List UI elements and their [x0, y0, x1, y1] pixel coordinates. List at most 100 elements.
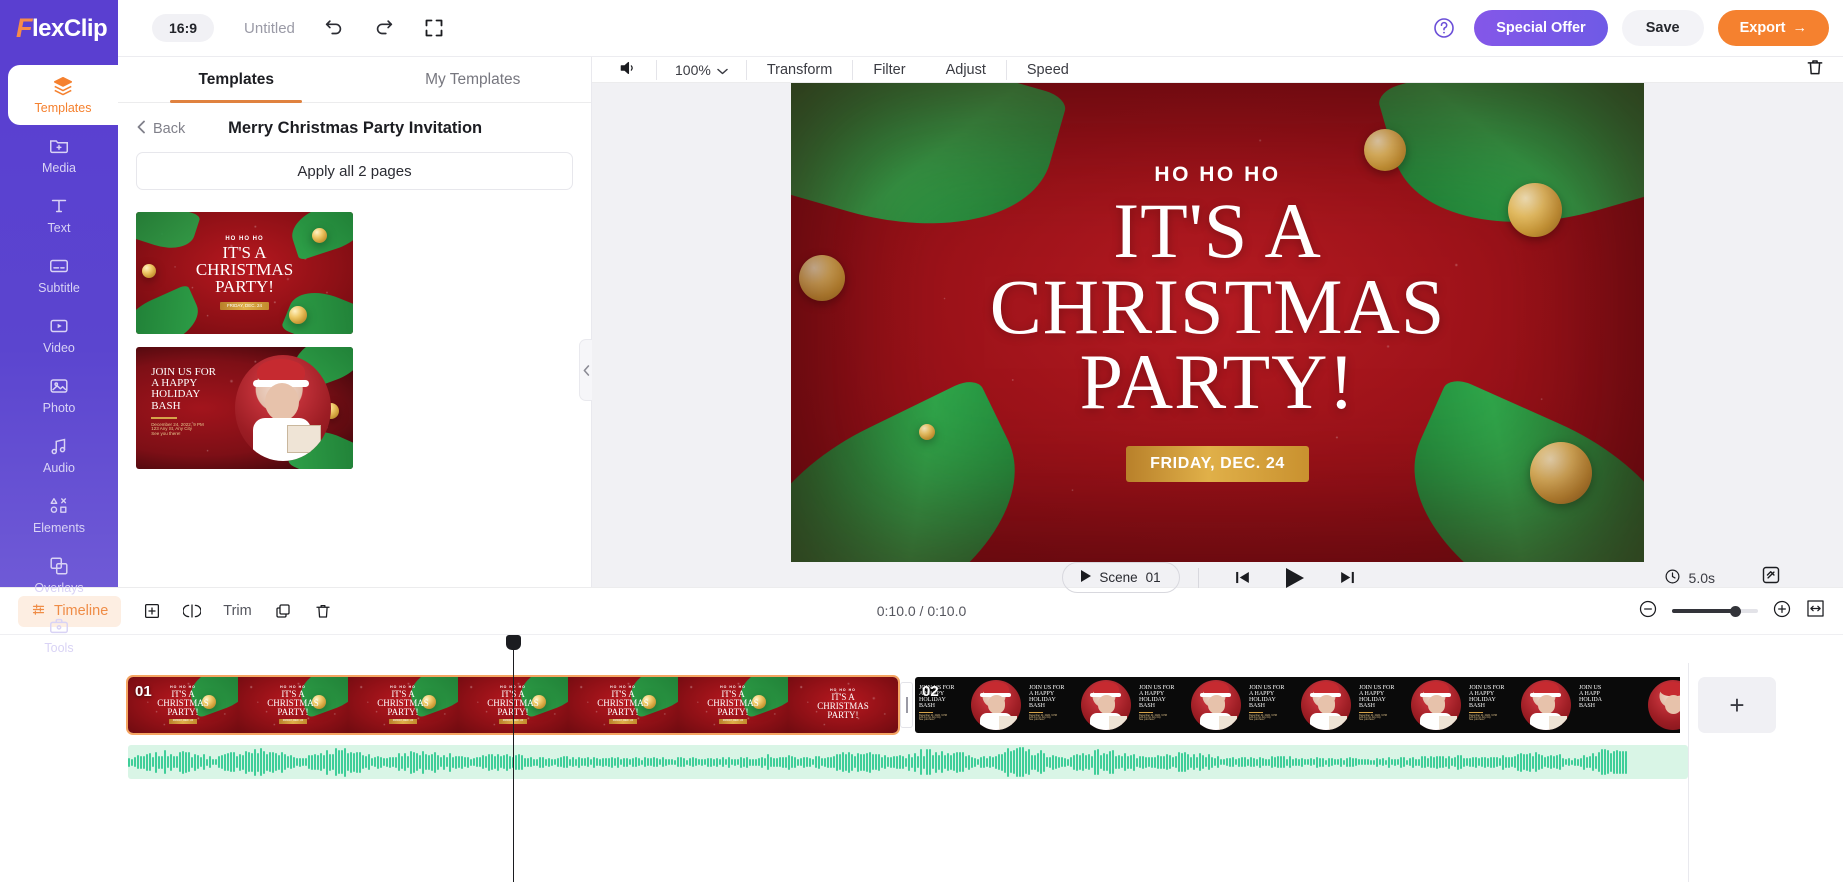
tab-my-templates[interactable]: My Templates	[355, 57, 592, 102]
aspect-ratio-button[interactable]: 16:9	[152, 14, 215, 42]
split-icon[interactable]	[183, 602, 202, 620]
expand-canvas-icon[interactable]	[1761, 565, 1781, 590]
timeline-time-display: 0:10.0 / 0:10.0	[876, 603, 967, 619]
sidebar-item-templates[interactable]: Templates	[8, 65, 118, 125]
chevron-left-icon	[136, 120, 146, 138]
canvas-zoom-select[interactable]: 100%	[657, 62, 746, 78]
canvas-title-text[interactable]: IT'S A CHRISTMAS PARTY!	[990, 192, 1445, 421]
clip-frame: JOIN US FOR A HAPPY HOLIDAY BASH December 24…	[1355, 677, 1465, 733]
thumb-line1: IT'S A	[222, 242, 267, 262]
slider-knob[interactable]	[1730, 605, 1742, 617]
skip-back-icon[interactable]	[1233, 568, 1252, 587]
sidebar-item-photo[interactable]: Photo	[0, 365, 118, 425]
thumb-detail-3: See you there!	[151, 431, 181, 437]
speaker-icon[interactable]	[610, 58, 656, 82]
logo-text: FlexClip	[16, 13, 108, 44]
help-circle-icon[interactable]	[1432, 16, 1456, 40]
canvas-eyebrow-text[interactable]: HO HO HO	[1154, 163, 1280, 187]
tab-templates[interactable]: Templates	[118, 57, 355, 102]
clip-number: 01	[135, 683, 152, 700]
sidebar-label: Overlays	[34, 581, 84, 595]
add-scene-button[interactable]: +	[1698, 677, 1776, 733]
template-thumbnail-page-2[interactable]: JOIN US FOR A HAPPY HOLIDAY BASH Decembe…	[136, 347, 353, 469]
transform-button[interactable]: Transform	[747, 62, 853, 78]
fit-width-icon[interactable]	[1806, 599, 1825, 623]
sidebar-item-media[interactable]: Media	[0, 125, 118, 185]
minus-circle-icon[interactable]	[1638, 599, 1658, 624]
panel-title: Merry Christmas Party Invitation	[228, 119, 483, 137]
back-button[interactable]: Back	[136, 120, 185, 138]
arrow-right-icon: →	[1792, 20, 1808, 36]
subtitle-box-icon	[48, 255, 70, 277]
clip-transition-handle[interactable]	[900, 682, 913, 728]
sidebar-item-subtitle[interactable]: Subtitle	[0, 245, 118, 305]
speed-button[interactable]: Speed	[1007, 62, 1089, 78]
canvas-date-badge[interactable]: FRIDAY, DEC. 24	[1126, 445, 1309, 482]
flexclip-editor: FlexClip 16:9 Untitled Special Offer Sav…	[0, 0, 1843, 882]
toolbox-icon	[48, 615, 70, 637]
timeline-toolbar: Timeline Trim 0:10.0 / 0:10.0	[0, 588, 1843, 635]
play-icon	[1081, 570, 1092, 585]
music-note-icon	[48, 435, 70, 457]
sidebar-item-text[interactable]: Text	[0, 185, 118, 245]
playback-divider	[1197, 567, 1199, 588]
sidebar-label: Audio	[43, 461, 75, 475]
redo-icon[interactable]	[373, 17, 395, 39]
sidebar-item-overlays[interactable]: Overlays	[0, 545, 118, 605]
sidebar-label: Photo	[42, 401, 76, 415]
apply-all-pages-button[interactable]: Apply all 2 pages	[136, 152, 573, 190]
app-logo[interactable]: FlexClip	[0, 0, 118, 57]
timeline-clip-02[interactable]: 02 JOIN US FOR A HAPPY HOLIDAY BASH December…	[915, 677, 1690, 733]
timeline-zoom-slider[interactable]	[1672, 605, 1758, 617]
clip-frame: HO HO HO IT'S A CHRISTMAS PARTY!	[788, 677, 898, 733]
sidebar-item-audio[interactable]: Audio	[0, 425, 118, 485]
logo-rest: lexClip	[32, 14, 108, 42]
thumb-eyebrow: HO HO HO	[225, 235, 264, 242]
clip-frame: HO HO HOIT'S ACHRISTMASPARTY!FRIDAY, DEC…	[238, 677, 348, 733]
trash-icon[interactable]	[1805, 57, 1825, 82]
play-button[interactable]	[1284, 566, 1306, 590]
timeline-playhead[interactable]	[506, 635, 521, 882]
adjust-button[interactable]: Adjust	[926, 62, 1006, 78]
back-label: Back	[153, 120, 186, 137]
thumb-text: HO HO HO IT'S A CHRISTMAS PARTY! FRIDAY,…	[136, 212, 353, 334]
panel-collapse-button[interactable]	[579, 339, 592, 401]
sidebar-item-video[interactable]: Video	[0, 305, 118, 365]
trim-button[interactable]: Trim	[223, 603, 251, 619]
duration-value: 5.0s	[1688, 569, 1715, 586]
project-title-input[interactable]: Untitled	[244, 20, 295, 37]
canvas-wrapper: HO HO HO IT'S A CHRISTMAS PARTY! FRIDAY,…	[592, 83, 1843, 562]
layers-icon	[52, 75, 74, 97]
duration-display: 5.0s	[1664, 568, 1715, 588]
sidebar-item-tools[interactable]: Tools	[0, 605, 118, 665]
video-play-icon	[48, 315, 70, 337]
filter-button[interactable]: Filter	[853, 62, 925, 78]
app-header: FlexClip 16:9 Untitled Special Offer Sav…	[0, 0, 1843, 57]
plus-circle-icon[interactable]	[1772, 599, 1792, 624]
export-button[interactable]: Export →	[1717, 10, 1829, 46]
copy-icon[interactable]	[274, 602, 292, 620]
trash-icon[interactable]	[314, 602, 332, 620]
special-offer-button[interactable]: Special Offer	[1474, 10, 1608, 46]
skip-forward-icon[interactable]	[1338, 568, 1357, 587]
sidebar-item-elements[interactable]: Elements	[0, 485, 118, 545]
expand-icon[interactable]	[423, 17, 445, 39]
video-track: 01 HO HO HO IT'S A CHRISTMAS PARTY! FRIDAY, …	[126, 675, 1843, 735]
clip-frame: JOIN US FOR A HAPPY HOLIDAY BASH December 24…	[1245, 677, 1355, 733]
divider	[151, 416, 178, 419]
thumb-line3: HOLIDAY	[151, 388, 201, 401]
plus-square-icon[interactable]	[143, 602, 161, 620]
timeline-tracks: 01 HO HO HO IT'S A CHRISTMAS PARTY! FRIDAY, …	[0, 635, 1843, 882]
header-main: 16:9 Untitled Special Offer Save Export …	[118, 0, 1843, 57]
timeline-zoom-controls	[1638, 599, 1825, 624]
template-thumbnail-page-1[interactable]: HO HO HO IT'S A CHRISTMAS PARTY! FRIDAY,…	[136, 212, 353, 334]
clip-frame: JOIN US A HAPP HOLIDA BASH	[1575, 677, 1680, 733]
audio-track[interactable]	[128, 745, 1688, 779]
undo-icon[interactable]	[323, 17, 345, 39]
sidebar-label: Elements	[32, 521, 86, 535]
save-button[interactable]: Save	[1621, 10, 1704, 46]
audio-waveform	[128, 747, 1688, 777]
video-canvas[interactable]: HO HO HO IT'S A CHRISTMAS PARTY! FRIDAY,…	[791, 83, 1644, 562]
clip-frame: HO HO HOIT'S ACHRISTMASPARTY!FRIDAY, DEC…	[348, 677, 458, 733]
sidebar-label: Templates	[34, 101, 92, 115]
